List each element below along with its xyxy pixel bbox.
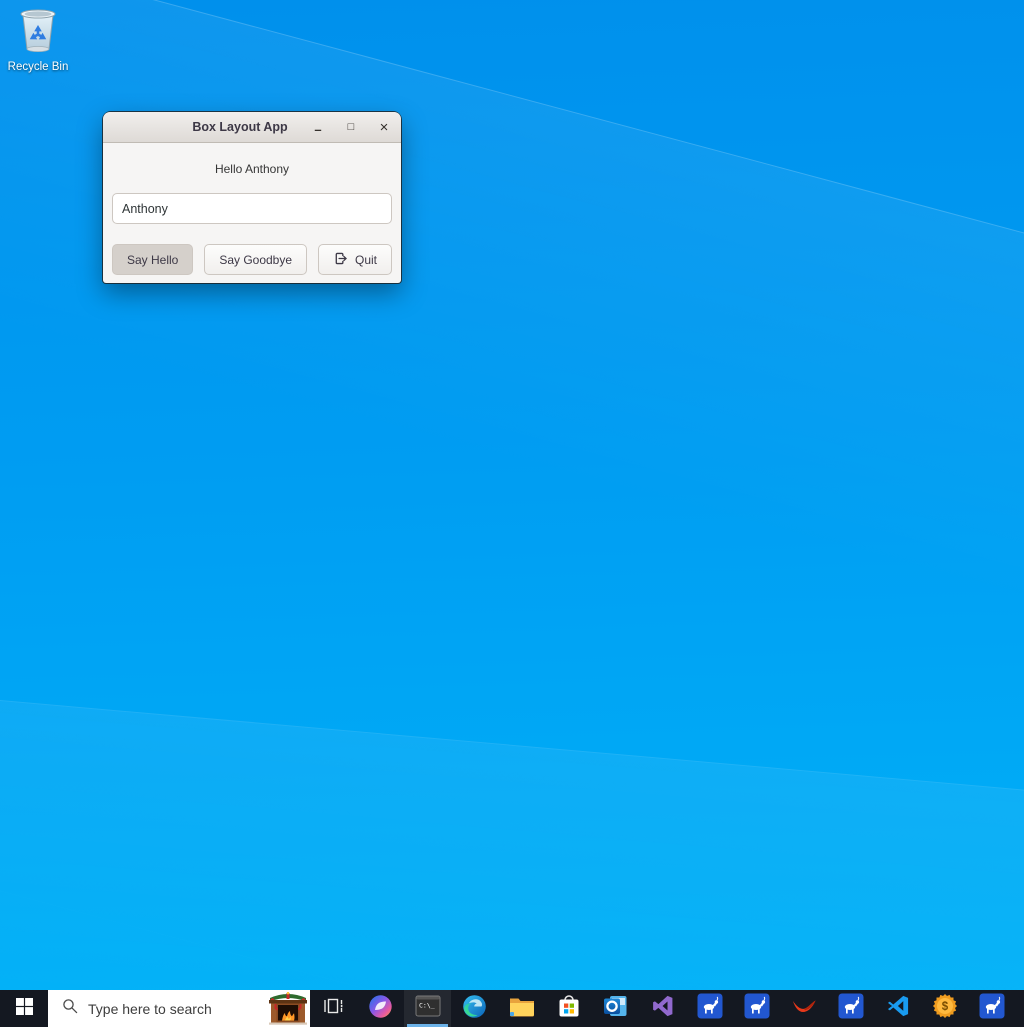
quit-button[interactable]: Quit bbox=[318, 244, 392, 275]
window-titlebar[interactable]: Box Layout App – □ × bbox=[103, 112, 401, 143]
blue-goat-app-icon bbox=[744, 993, 770, 1024]
box-layout-app-window: Box Layout App – □ × Hello Anthony Say H… bbox=[103, 112, 401, 283]
windows-logo-icon bbox=[16, 998, 33, 1020]
taskbar-item-pinned-goat-1[interactable] bbox=[686, 990, 733, 1027]
taskbar-item-pinned-goat-3[interactable] bbox=[827, 990, 874, 1027]
blue-goat-app-icon bbox=[697, 993, 723, 1024]
desktop: Recycle Bin Box Layout App – □ × Hello A… bbox=[0, 0, 1024, 1027]
gold-gear-dollar-icon: $ bbox=[932, 993, 958, 1024]
say-goodbye-button[interactable]: Say Goodbye bbox=[204, 244, 307, 275]
window-controls: – □ × bbox=[311, 112, 391, 142]
blue-goat-app-icon bbox=[979, 993, 1005, 1024]
recycle-bin-label: Recycle Bin bbox=[2, 61, 74, 73]
taskbar-item-pinned-goat-4[interactable] bbox=[968, 990, 1015, 1027]
say-hello-button[interactable]: Say Hello bbox=[112, 244, 193, 275]
close-icon[interactable]: × bbox=[377, 120, 391, 135]
search-icon bbox=[62, 998, 78, 1019]
taskbar-item-edge[interactable] bbox=[451, 990, 498, 1027]
wallpaper-light-ray bbox=[0, 700, 1024, 1027]
visual-studio-icon bbox=[651, 994, 675, 1023]
taskbar-item-terminal[interactable]: C:\_ bbox=[404, 990, 451, 1027]
taskbar-item-red-wing-app[interactable] bbox=[780, 990, 827, 1027]
svg-text:C:\_: C:\_ bbox=[419, 1002, 435, 1010]
say-goodbye-label: Say Goodbye bbox=[219, 253, 292, 267]
taskbar-search-box[interactable] bbox=[48, 990, 310, 1027]
edge-browser-icon bbox=[462, 994, 487, 1024]
taskbar-item-microsoft-store[interactable] bbox=[545, 990, 592, 1027]
logout-exit-icon bbox=[333, 251, 348, 269]
minimize-icon[interactable]: – bbox=[311, 123, 325, 136]
taskbar-item-copilot[interactable] bbox=[357, 990, 404, 1027]
say-hello-label: Say Hello bbox=[127, 253, 178, 267]
maximize-icon[interactable]: □ bbox=[344, 122, 358, 133]
recycle-bin-icon bbox=[15, 42, 61, 59]
search-highlight-fireplace-icon[interactable] bbox=[268, 992, 308, 1025]
taskbar-item-file-explorer[interactable] bbox=[498, 990, 545, 1027]
copilot-icon bbox=[368, 994, 393, 1024]
recycle-bin-shortcut[interactable]: Recycle Bin bbox=[2, 5, 74, 73]
taskbar-item-outlook[interactable] bbox=[592, 990, 639, 1027]
command-prompt-icon: C:\_ bbox=[415, 994, 441, 1023]
window-body: Hello Anthony Say Hello Say Goodbye bbox=[103, 143, 401, 283]
vscode-icon bbox=[886, 994, 910, 1023]
file-explorer-icon bbox=[509, 995, 535, 1022]
taskbar-item-gold-gear-app[interactable]: $ bbox=[921, 990, 968, 1027]
greeting-label: Hello Anthony bbox=[112, 162, 392, 176]
search-input[interactable] bbox=[78, 1001, 268, 1017]
start-button[interactable] bbox=[0, 990, 48, 1027]
taskbar: C:\_ bbox=[0, 990, 1024, 1027]
red-wing-icon bbox=[791, 996, 817, 1021]
taskbar-item-pinned-goat-2[interactable] bbox=[733, 990, 780, 1027]
microsoft-store-icon bbox=[557, 993, 581, 1024]
taskbar-item-visual-studio[interactable] bbox=[639, 990, 686, 1027]
taskbar-item-task-view[interactable] bbox=[310, 990, 357, 1027]
task-view-icon bbox=[323, 996, 345, 1021]
quit-label: Quit bbox=[355, 253, 377, 267]
outlook-icon bbox=[603, 994, 628, 1023]
blue-goat-app-icon bbox=[838, 993, 864, 1024]
name-entry-field[interactable] bbox=[112, 193, 392, 224]
taskbar-pinned-apps: C:\_ bbox=[310, 990, 1024, 1027]
taskbar-item-vscode[interactable] bbox=[874, 990, 921, 1027]
svg-text:$: $ bbox=[941, 1001, 948, 1013]
button-row: Say Hello Say Goodbye Quit bbox=[112, 244, 392, 275]
